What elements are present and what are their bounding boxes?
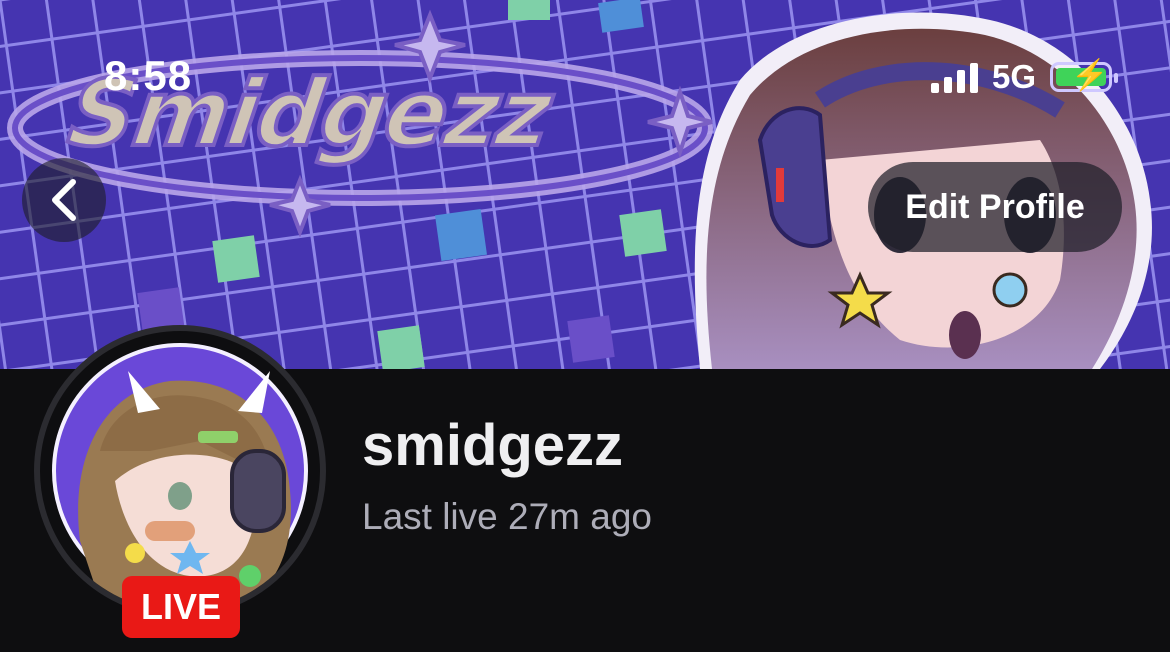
last-live-status: Last live 27m ago — [362, 496, 653, 537]
profile-banner: Smidgezz 8:58 5G ⚡ Edit Profile — [0, 0, 1170, 369]
battery-icon: ⚡ — [1050, 59, 1118, 92]
status-indicators: 5G ⚡ — [930, 58, 1118, 96]
cellular-signal-icon — [930, 61, 978, 93]
status-time: 8:58 — [104, 52, 193, 99]
username: smidgezz — [362, 413, 624, 478]
back-button[interactable] — [22, 158, 106, 242]
charging-bolt-icon: ⚡ — [1071, 59, 1109, 92]
network-type: 5G — [991, 58, 1036, 95]
chevron-left-icon — [52, 179, 76, 221]
live-badge: LIVE — [122, 576, 240, 638]
avatar[interactable] — [34, 325, 326, 617]
edit-profile-button[interactable]: Edit Profile — [868, 162, 1122, 252]
avatar-image — [52, 343, 308, 601]
